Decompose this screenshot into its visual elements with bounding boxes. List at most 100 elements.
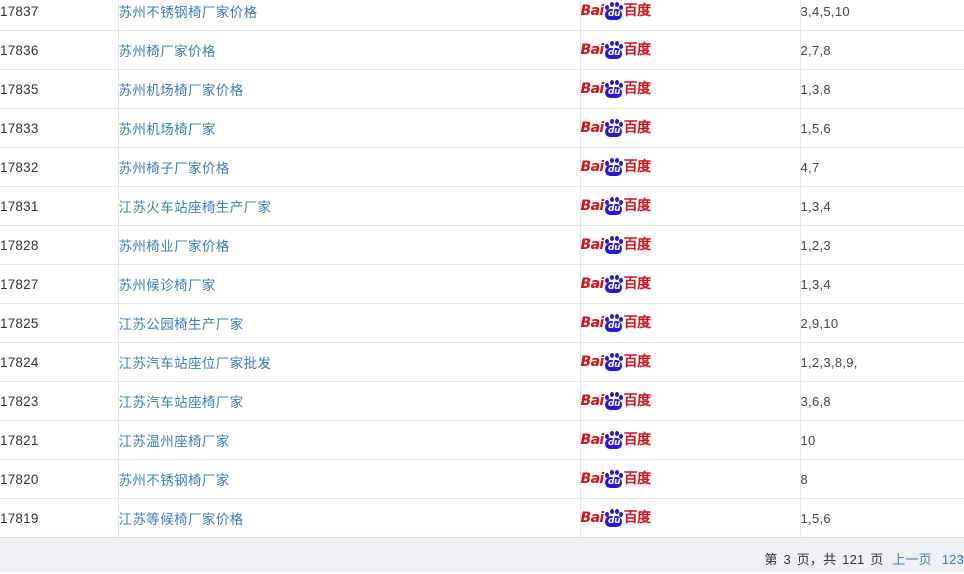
paw-print-icon: du <box>603 430 624 450</box>
rankings-cell: 8 <box>800 459 964 499</box>
baidu-logo-chinese-text: 百度 <box>623 509 652 526</box>
paw-print-icon: du <box>603 235 624 255</box>
paw-toe-shape <box>614 157 619 163</box>
pagination-prefix-label: 第 <box>764 552 778 567</box>
table-row: 17828 苏州椅业厂家价格 Bai du 百度 1,2,3 <box>0 225 964 265</box>
baidu-logo-paw-text: du <box>608 437 621 448</box>
keyword-link[interactable]: 江苏火车站座椅生产厂家 <box>119 200 272 215</box>
pagination-total-pages: 121 <box>842 552 865 567</box>
pagination-of-label: 页，共 <box>796 552 837 567</box>
keyword-link[interactable]: 苏州椅子厂家价格 <box>119 161 230 176</box>
row-id-cell: 17827 <box>0 264 119 304</box>
row-id-cell: 17824 <box>0 342 119 382</box>
keyword-link[interactable]: 苏州不锈钢椅厂家价格 <box>119 5 258 20</box>
search-engine-cell: Bai du 百度 <box>580 303 801 343</box>
baidu-logo-chinese-text: 百度 <box>623 314 652 331</box>
rankings-cell: 1,5,6 <box>800 498 964 538</box>
baidu-logo-paw-text: du <box>608 242 621 253</box>
baidu-logo-icon: Bai du 百度 <box>581 235 656 255</box>
baidu-logo-paw-text: du <box>608 320 621 331</box>
paw-toe-shape <box>614 313 619 319</box>
table-body: 17837 苏州不锈钢椅厂家价格 Bai du 百度 3,4,5,10 17836 苏州椅厂家… <box>0 0 964 538</box>
table-row: 17825 江苏公园椅生产厂家 Bai du 百度 2,9,10 <box>0 303 964 343</box>
baidu-logo-chinese-text: 百度 <box>623 158 652 175</box>
row-id-cell: 17832 <box>0 147 119 187</box>
keyword-cell: 苏州椅子厂家价格 <box>118 147 581 187</box>
keyword-link[interactable]: 江苏汽车站座椅厂家 <box>119 395 244 410</box>
keyword-cell: 江苏温州座椅厂家 <box>118 420 581 460</box>
baidu-logo-latin-text: Bai <box>580 80 605 97</box>
baidu-logo-latin-text: Bai <box>580 158 605 175</box>
table-row: 17836 苏州椅厂家价格 Bai du 百度 2,7,8 <box>0 30 964 70</box>
search-engine-cell: Bai du 百度 <box>580 459 801 499</box>
search-engine-cell: Bai du 百度 <box>580 69 801 109</box>
keyword-link[interactable]: 苏州机场椅厂家 <box>119 122 216 137</box>
pagination-page-number-links[interactable]: 123 <box>942 552 964 567</box>
baidu-logo-chinese-text: 百度 <box>623 353 652 370</box>
paw-toe-shape <box>609 508 614 514</box>
keyword-cell: 苏州机场椅厂家 <box>118 108 581 148</box>
search-engine-cell: Bai du 百度 <box>580 0 801 31</box>
baidu-logo-latin-text: Bai <box>580 431 605 448</box>
baidu-logo-paw-text: du <box>608 515 621 526</box>
paw-toe-shape <box>614 352 619 358</box>
baidu-logo-chinese-text: 百度 <box>623 197 652 214</box>
keyword-cell: 江苏汽车站座椅厂家 <box>118 381 581 421</box>
pagination-page-unit-label: 页 <box>870 552 884 567</box>
table-row: 17831 江苏火车站座椅生产厂家 Bai du 百度 1,3,4 <box>0 186 964 226</box>
paw-print-icon: du <box>603 118 624 138</box>
baidu-logo-paw-text: du <box>608 203 621 214</box>
table-row: 17819 江苏等候椅厂家价格 Bai du 百度 1,5,6 <box>0 498 964 538</box>
baidu-logo-icon: Bai du 百度 <box>581 469 656 489</box>
search-engine-cell: Bai du 百度 <box>580 147 801 187</box>
keyword-link[interactable]: 苏州候诊椅厂家 <box>119 278 216 293</box>
baidu-logo-latin-text: Bai <box>580 41 605 58</box>
search-engine-cell: Bai du 百度 <box>580 225 801 265</box>
keyword-link[interactable]: 苏州椅业厂家价格 <box>119 239 230 254</box>
keyword-link[interactable]: 苏州不锈钢椅厂家 <box>119 473 230 488</box>
keyword-cell: 江苏公园椅生产厂家 <box>118 303 581 343</box>
keyword-link[interactable]: 江苏温州座椅厂家 <box>119 434 230 449</box>
baidu-logo-icon: Bai du 百度 <box>580 430 656 450</box>
baidu-logo-paw-text: du <box>608 86 621 97</box>
baidu-logo-icon: Bai du 百度 <box>581 118 656 138</box>
keyword-link[interactable]: 苏州机场椅厂家价格 <box>119 83 244 98</box>
paw-print-icon: du <box>603 313 624 333</box>
rankings-cell: 10 <box>800 420 964 460</box>
keyword-cell: 苏州候诊椅厂家 <box>118 264 581 304</box>
baidu-logo-paw-text: du <box>608 47 621 58</box>
keyword-cell: 苏州不锈钢椅厂家 <box>118 459 581 499</box>
paw-toe-shape <box>609 274 614 280</box>
paw-print-icon: du <box>603 79 624 99</box>
rankings-cell: 3,6,8 <box>800 381 964 421</box>
baidu-logo-paw-text: du <box>608 164 621 175</box>
baidu-logo-chinese-text: 百度 <box>623 392 652 409</box>
paw-toe-shape <box>614 508 619 514</box>
row-id-cell: 17831 <box>0 186 119 226</box>
search-engine-cell: Bai du 百度 <box>580 498 801 538</box>
keyword-link[interactable]: 江苏公园椅生产厂家 <box>119 317 244 332</box>
keyword-ranking-table: 17837 苏州不锈钢椅厂家价格 Bai du 百度 3,4,5,10 17836 苏州椅厂家… <box>0 0 964 538</box>
paw-toe-shape <box>614 391 619 397</box>
row-id-cell: 17825 <box>0 303 119 343</box>
paw-print-icon: du <box>603 196 624 216</box>
rankings-cell: 1,3,4 <box>800 264 964 304</box>
baidu-logo-paw-text: du <box>608 125 621 136</box>
pagination-prev-link[interactable]: 上一页 <box>892 552 932 567</box>
paw-toe-shape <box>614 118 619 124</box>
paw-toe-shape <box>609 235 614 241</box>
paw-print-icon: du <box>603 352 624 372</box>
keyword-link[interactable]: 苏州椅厂家价格 <box>119 44 216 59</box>
rankings-cell: 1,3,8 <box>800 69 964 109</box>
keyword-link[interactable]: 江苏汽车站座位厂家批发 <box>119 356 272 371</box>
baidu-logo-chinese-text: 百度 <box>623 431 652 448</box>
paw-toe-shape <box>614 79 619 85</box>
paw-toe-shape <box>609 469 614 475</box>
keyword-link[interactable]: 江苏等候椅厂家价格 <box>119 512 244 527</box>
search-engine-cell: Bai du 百度 <box>580 264 801 304</box>
rankings-cell: 2,7,8 <box>800 30 964 70</box>
baidu-logo-icon: Bai du 百度 <box>580 157 656 177</box>
row-id-cell: 17836 <box>0 30 119 70</box>
rankings-cell: 1,5,6 <box>800 108 964 148</box>
table-row: 17820 苏州不锈钢椅厂家 Bai du 百度 8 <box>0 459 964 499</box>
